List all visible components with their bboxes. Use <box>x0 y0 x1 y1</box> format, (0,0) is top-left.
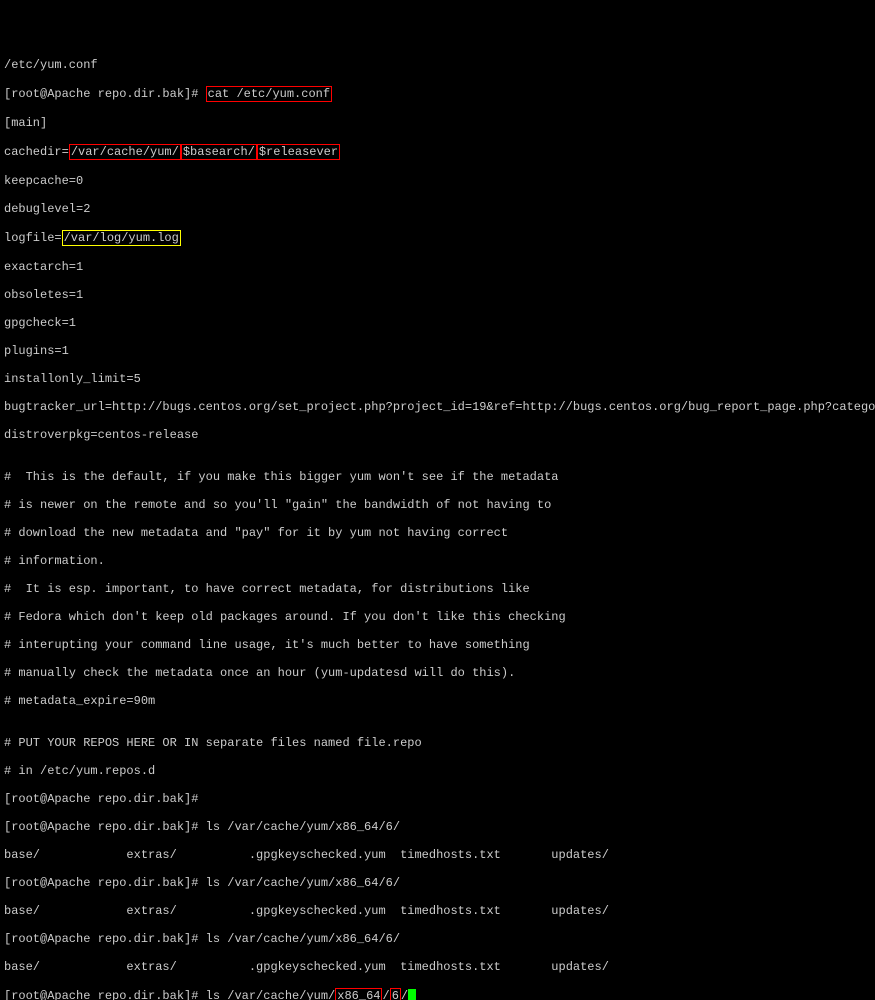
term-line: debuglevel=2 <box>4 202 871 216</box>
term-line: /etc/yum.conf <box>4 58 871 72</box>
term-line: gpgcheck=1 <box>4 316 871 330</box>
term-line: obsoletes=1 <box>4 288 871 302</box>
highlight-cat-cmd: cat /etc/yum.conf <box>206 86 332 102</box>
term-line: [main] <box>4 116 871 130</box>
term-line: bugtracker_url=http://bugs.centos.org/se… <box>4 400 871 414</box>
term-line: # metadata_expire=90m <box>4 694 871 708</box>
term-line: # download the new metadata and "pay" fo… <box>4 526 871 540</box>
term-line: distroverpkg=centos-release <box>4 428 871 442</box>
term-line[interactable]: [root@Apache repo.dir.bak]# ls /var/cach… <box>4 988 871 1000</box>
term-line: base/ extras/ .gpgkeyschecked.yum timedh… <box>4 960 871 974</box>
term-line: # It is esp. important, to have correct … <box>4 582 871 596</box>
term-line: # information. <box>4 554 871 568</box>
term-line: logfile=/var/log/yum.log <box>4 230 871 246</box>
term-line: # is newer on the remote and so you'll "… <box>4 498 871 512</box>
cursor-icon <box>408 989 416 1000</box>
term-line: # in /etc/yum.repos.d <box>4 764 871 778</box>
highlight-logfile: /var/log/yum.log <box>62 230 181 246</box>
highlight-releasever: $releasever <box>257 144 340 160</box>
sep: / <box>401 989 408 1000</box>
term-line: # interupting your command line usage, i… <box>4 638 871 652</box>
term-line: installonly_limit=5 <box>4 372 871 386</box>
highlight-basearch: $basearch/ <box>181 144 257 160</box>
config-key: cachedir= <box>4 145 69 159</box>
term-line: base/ extras/ .gpgkeyschecked.yum timedh… <box>4 848 871 862</box>
term-line: # PUT YOUR REPOS HERE OR IN separate fil… <box>4 736 871 750</box>
term-line: # Fedora which don't keep old packages a… <box>4 610 871 624</box>
sep: / <box>382 989 389 1000</box>
term-line: # manually check the metadata once an ho… <box>4 666 871 680</box>
highlight-6: 6 <box>390 988 401 1000</box>
term-line: [root@Apache repo.dir.bak]# ls /var/cach… <box>4 876 871 890</box>
term-line: exactarch=1 <box>4 260 871 274</box>
term-line: base/ extras/ .gpgkeyschecked.yum timedh… <box>4 904 871 918</box>
term-line: cachedir=/var/cache/yum/$basearch/$relea… <box>4 144 871 160</box>
term-line: [root@Apache repo.dir.bak]# ls /var/cach… <box>4 820 871 834</box>
prompt-and-cmd: [root@Apache repo.dir.bak]# ls /var/cach… <box>4 989 335 1000</box>
config-key: logfile= <box>4 231 62 245</box>
term-line: [root@Apache repo.dir.bak]# cat /etc/yum… <box>4 86 871 102</box>
term-line: plugins=1 <box>4 344 871 358</box>
highlight-cachedir-path: /var/cache/yum/ <box>69 144 181 160</box>
term-line: [root@Apache repo.dir.bak]# <box>4 792 871 806</box>
term-line: # This is the default, if you make this … <box>4 470 871 484</box>
term-line: [root@Apache repo.dir.bak]# ls /var/cach… <box>4 932 871 946</box>
prompt: [root@Apache repo.dir.bak]# <box>4 87 206 101</box>
highlight-x86-64: x86_64 <box>335 988 382 1000</box>
term-line: keepcache=0 <box>4 174 871 188</box>
